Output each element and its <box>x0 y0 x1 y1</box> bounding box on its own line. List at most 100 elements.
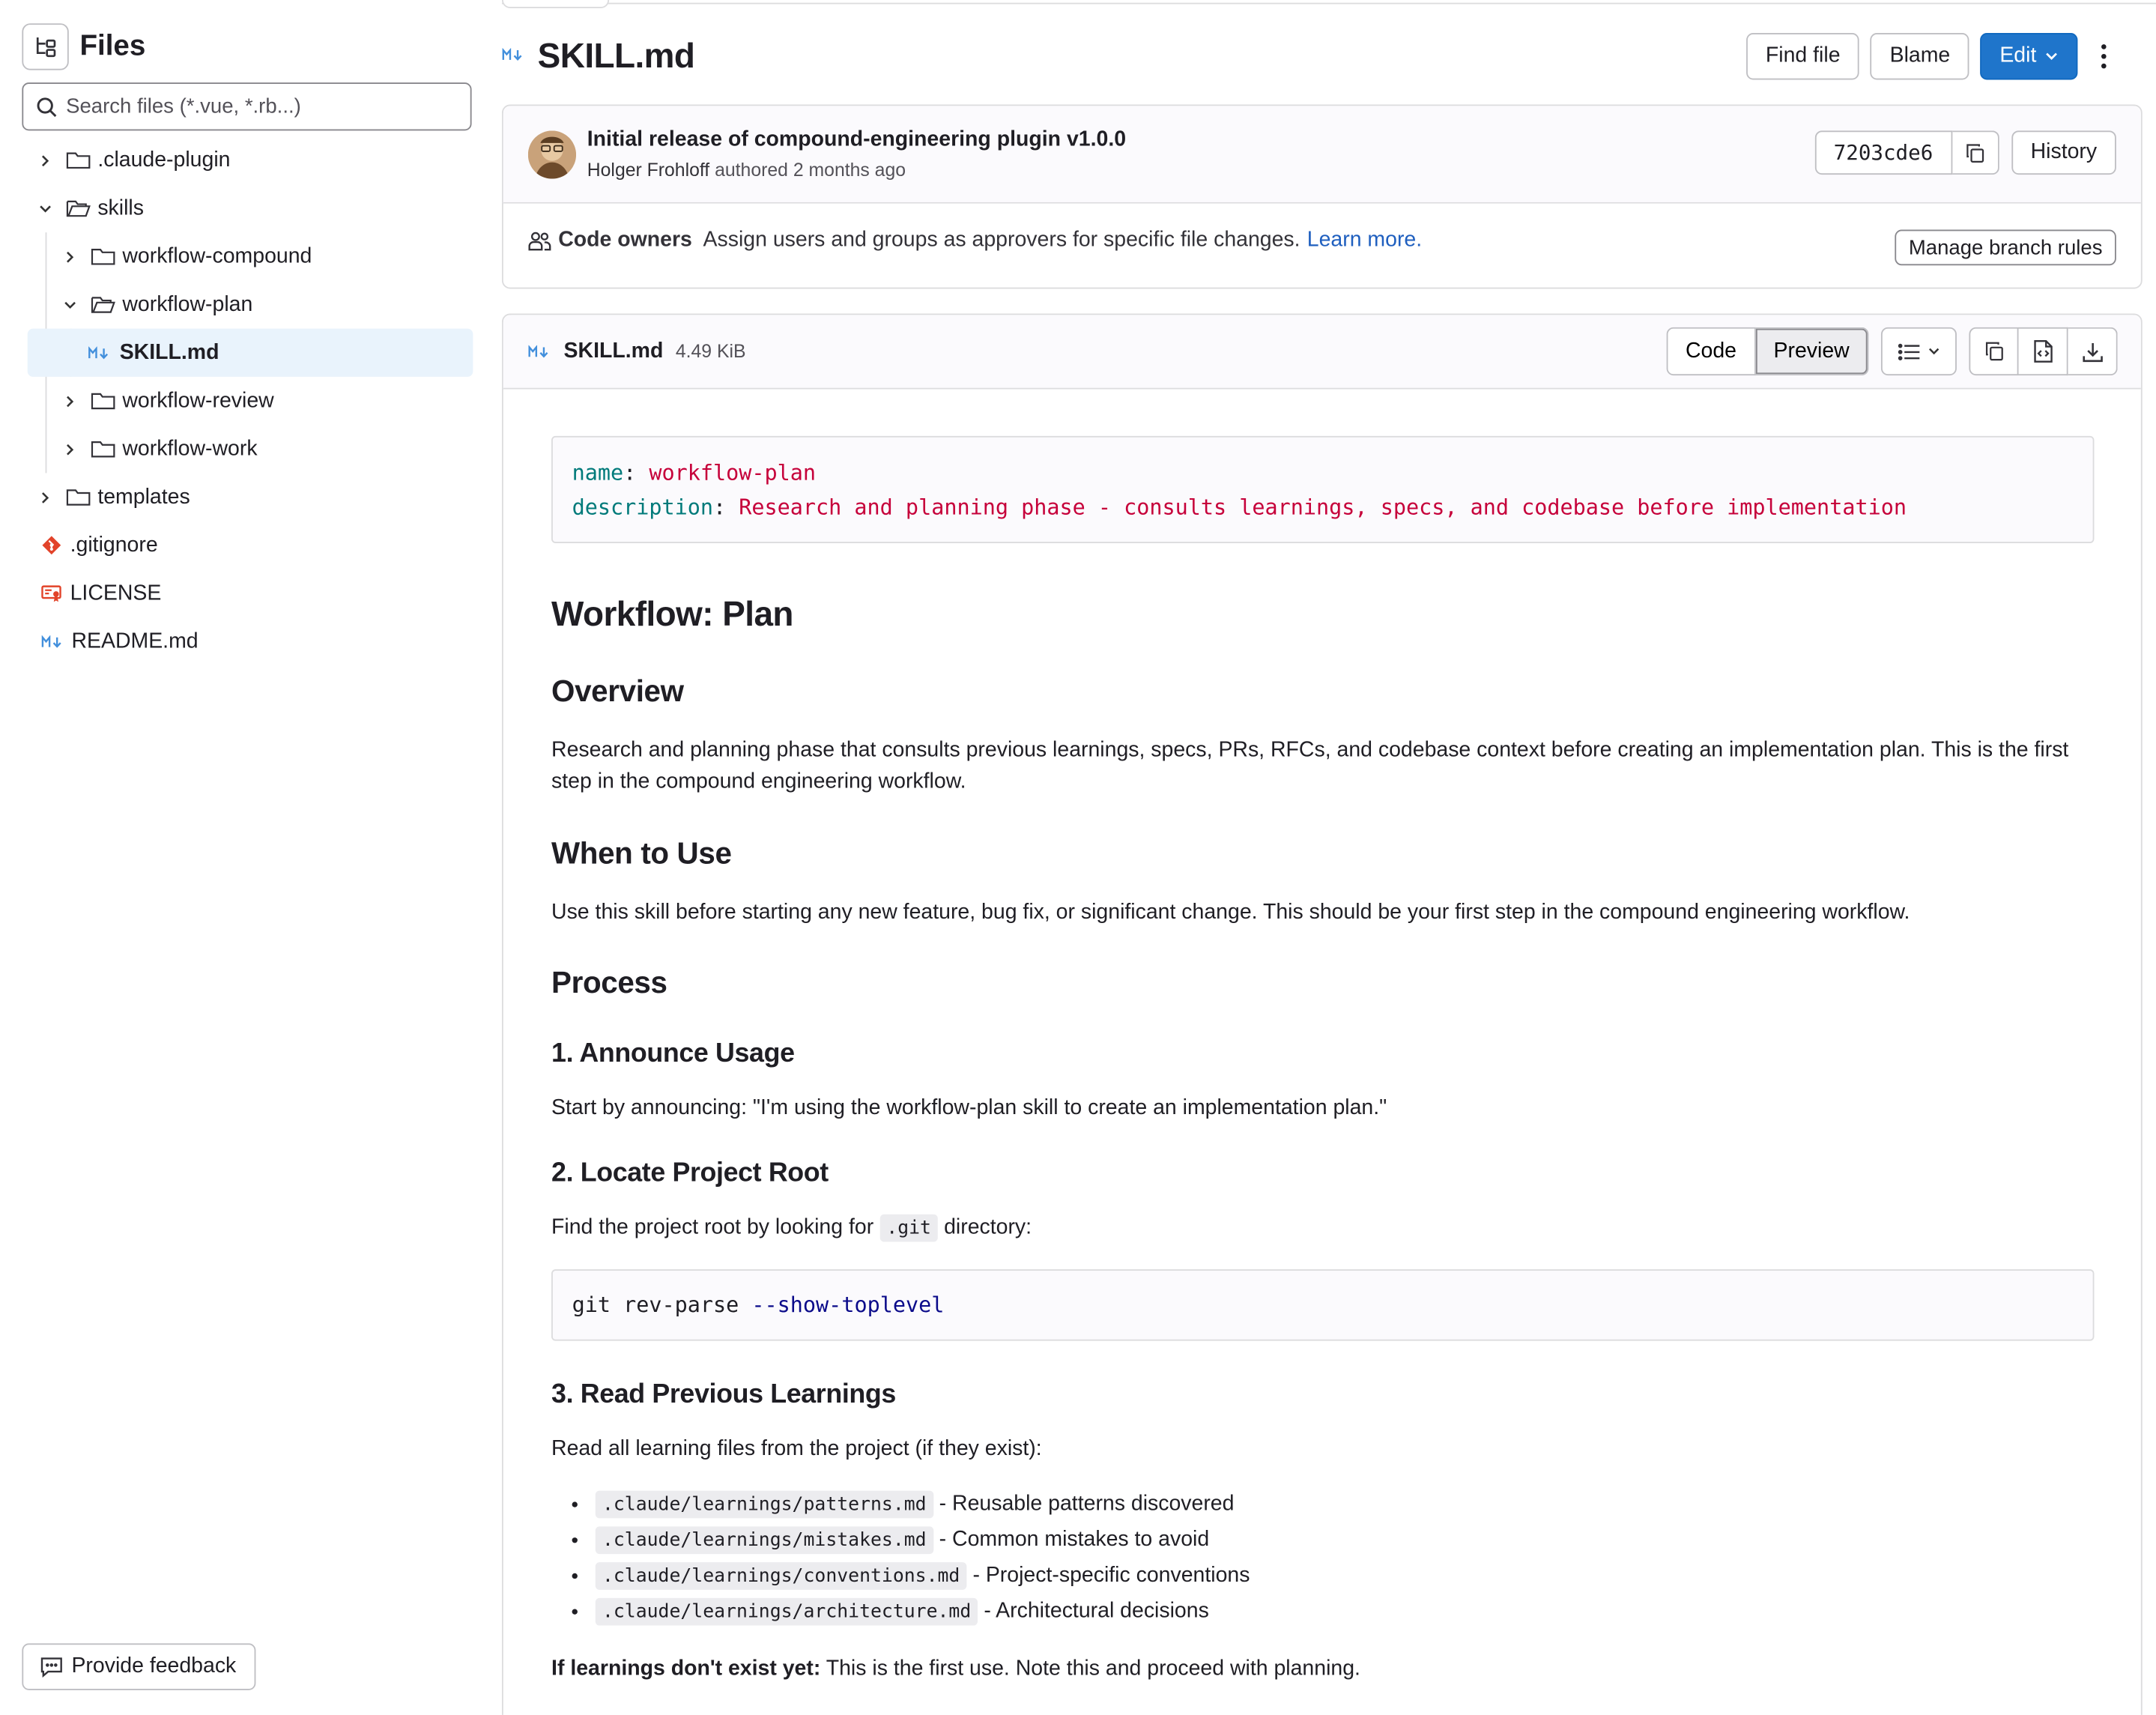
commit-sha[interactable]: 7203cde6 <box>1814 130 1952 175</box>
top-divider <box>501 2 2156 4</box>
tree-item-label: .claude-plugin <box>97 148 231 172</box>
inline-code: .claude/learnings/patterns.md <box>595 1490 933 1519</box>
license-icon <box>41 584 62 603</box>
manage-branch-rules-button[interactable]: Manage branch rules <box>1895 229 2116 266</box>
provide-feedback-button[interactable]: Provide feedback <box>22 1643 256 1690</box>
doc-paragraph: If learnings don't exist yet: This is th… <box>551 1653 2094 1684</box>
file-name: SKILL.md <box>563 339 664 363</box>
file-search-box[interactable] <box>22 82 472 131</box>
markdown-preview: name: workflow-plan description: Researc… <box>551 435 2095 1685</box>
tree-item-readme-md[interactable]: README.md <box>28 617 473 665</box>
commit-meta: Holger Frohloff authored 2 months ago <box>587 160 906 181</box>
chevron-down-icon[interactable] <box>61 297 80 311</box>
blame-button[interactable]: Blame <box>1870 33 1969 80</box>
code-command: git rev-parse <box>572 1292 739 1318</box>
outline-dropdown-button[interactable] <box>1880 327 1957 376</box>
tree-item-templates[interactable]: templates <box>28 473 473 521</box>
comment-icon <box>40 1657 62 1678</box>
tree-item-claude-plugin[interactable]: .claude-plugin <box>28 136 473 184</box>
file-tree-toggle-button[interactable] <box>22 23 69 70</box>
tree-item-label: SKILL.md <box>119 340 219 364</box>
open-raw-button[interactable] <box>2018 327 2068 376</box>
tree-item-label: LICENSE <box>70 581 162 605</box>
chevron-right-icon[interactable] <box>36 490 55 503</box>
tree-item-workflow-plan[interactable]: workflow-plan <box>28 280 473 328</box>
markdown-icon <box>41 635 63 648</box>
download-button[interactable] <box>2068 327 2118 376</box>
doc-paragraph: Read all learning files from the project… <box>551 1437 1042 1461</box>
commit-message[interactable]: Initial release of compound-engineering … <box>587 128 1126 153</box>
top-tab-stub <box>501 0 610 9</box>
doc-text: directory: <box>944 1215 1032 1239</box>
doc-bold-text: If learnings don't exist yet: <box>551 1657 821 1681</box>
commit-sha-group: 7203cde6 <box>1814 130 1999 175</box>
list-item-text: - Project-specific conventions <box>972 1563 1250 1588</box>
more-actions-icon[interactable] <box>2089 33 2119 79</box>
tree-item-skills[interactable]: skills <box>28 184 473 232</box>
users-icon <box>528 232 551 251</box>
doc-paragraph: Use this skill before starting any new f… <box>551 901 1910 925</box>
tab-preview[interactable]: Preview <box>1755 327 1869 376</box>
inline-code: .git <box>879 1214 939 1242</box>
fm-key: name <box>572 460 624 486</box>
chevron-right-icon[interactable] <box>61 442 80 456</box>
chevron-right-icon[interactable] <box>61 249 80 263</box>
chevron-down-icon <box>2046 52 2057 60</box>
tree-item-skill-md[interactable]: SKILL.md <box>27 328 473 377</box>
file-size: 4.49 KiB <box>675 341 746 362</box>
folder-icon <box>66 150 91 171</box>
tree-item-workflow-review[interactable]: workflow-review <box>28 377 473 425</box>
markdown-icon <box>528 344 548 357</box>
doc-text: This is the first use. Note this and pro… <box>826 1657 1360 1681</box>
tree-item-label: README.md <box>71 629 199 653</box>
history-button[interactable]: History <box>2011 130 2116 175</box>
list-item: .claude/learnings/patterns.md - Reusable… <box>593 1486 2094 1522</box>
page-title: SKILL.md <box>537 36 695 76</box>
chevron-down-icon <box>1928 348 1940 355</box>
doc-heading: Workflow: Plan <box>551 595 793 635</box>
git-icon <box>41 535 62 556</box>
tree-item-label: skills <box>97 196 144 220</box>
inline-code: .claude/learnings/architecture.md <box>595 1597 978 1626</box>
fm-value: workflow-plan <box>649 460 817 486</box>
list-bulleted-icon <box>1898 342 1920 360</box>
list-item: .claude/learnings/conventions.md - Proje… <box>593 1558 2094 1594</box>
tree-item-label: workflow-plan <box>122 292 253 316</box>
edit-button[interactable]: Edit <box>1980 33 2078 80</box>
copy-sha-button[interactable] <box>1951 130 1999 175</box>
file-tree-icon <box>36 37 56 58</box>
copy-icon <box>1985 342 2002 361</box>
doc-paragraph: Find the project root by looking for .gi… <box>551 1212 2094 1244</box>
doc-heading: 2. Locate Project Root <box>551 1158 829 1188</box>
file-header: SKILL.md 4.49 KiB Code Preview <box>503 315 2141 390</box>
edit-button-label: Edit <box>1999 43 2037 67</box>
document-code-icon <box>2033 340 2052 363</box>
folder-icon <box>91 439 115 460</box>
code-block: git rev-parse --show-toplevel <box>551 1269 2095 1341</box>
tree-item-workflow-work[interactable]: workflow-work <box>28 425 473 473</box>
tree-item-license[interactable]: LICENSE <box>28 569 473 617</box>
chevron-down-icon[interactable] <box>36 202 55 215</box>
find-file-button[interactable]: Find file <box>1746 33 1860 80</box>
commit-time: 2 months ago <box>793 159 906 181</box>
copy-icon <box>1966 143 1984 163</box>
tab-code[interactable]: Code <box>1666 327 1756 376</box>
file-search-input[interactable] <box>66 94 452 118</box>
commit-actions: 7203cde6 History <box>1814 130 2116 175</box>
commit-author[interactable]: Holger Frohloff <box>587 160 709 181</box>
tree-item-label: workflow-work <box>122 436 258 460</box>
folder-open-icon <box>66 198 91 219</box>
doc-heading: 3. Read Previous Learnings <box>551 1379 896 1410</box>
file-icon-actions <box>1969 327 2118 376</box>
tree-item-gitignore[interactable]: .gitignore <box>28 521 473 569</box>
learn-more-link[interactable]: Learn more. <box>1307 229 1422 253</box>
last-commit-card: Initial release of compound-engineering … <box>501 104 2143 289</box>
tree-item-label: templates <box>97 485 190 509</box>
list-item: .claude/learnings/mistakes.md - Common m… <box>593 1522 2094 1558</box>
avatar[interactable] <box>527 130 577 179</box>
tree-item-workflow-compound[interactable]: workflow-compound <box>28 232 473 280</box>
copy-contents-button[interactable] <box>1969 327 2019 376</box>
chevron-right-icon[interactable] <box>36 154 55 167</box>
chevron-right-icon[interactable] <box>61 394 80 408</box>
folder-icon <box>66 487 91 508</box>
